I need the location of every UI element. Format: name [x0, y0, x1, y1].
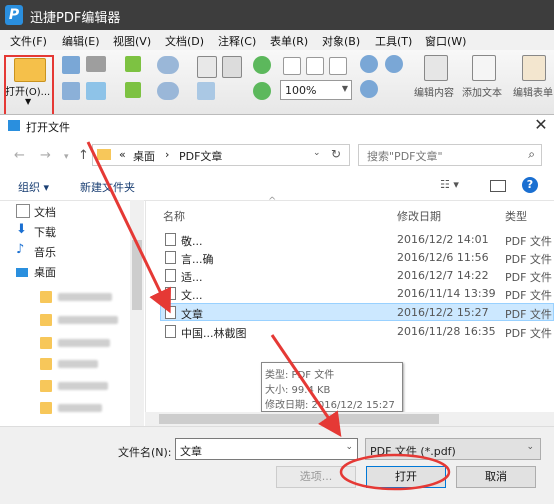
annotation-arrow	[270, 334, 342, 437]
annotation-circle	[339, 453, 451, 491]
annotation-overlay	[86, 141, 451, 491]
annotation-arrow	[86, 141, 171, 314]
